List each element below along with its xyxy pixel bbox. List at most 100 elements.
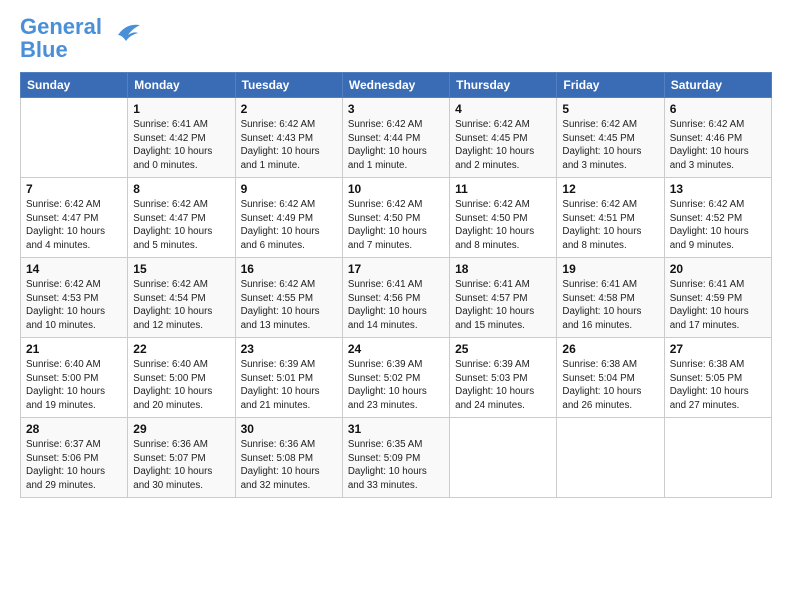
day-detail: Sunrise: 6:42 AM Sunset: 4:54 PM Dayligh… (133, 278, 229, 333)
calendar-cell: 16 Sunrise: 6:42 AM Sunset: 4:55 PM Dayli… (235, 258, 342, 338)
day-number: 16 (241, 262, 337, 276)
calendar-cell: 28 Sunrise: 6:37 AM Sunset: 5:06 PM Dayli… (21, 418, 128, 498)
day-detail: Sunrise: 6:42 AM Sunset: 4:46 PM Dayligh… (670, 118, 766, 173)
calendar-cell: 1 Sunrise: 6:41 AM Sunset: 4:42 PM Daylig… (128, 98, 235, 178)
calendar-header-row: SundayMondayTuesdayWednesdayThursdayFrid… (21, 73, 772, 98)
day-number: 12 (562, 182, 658, 196)
day-detail: Sunrise: 6:42 AM Sunset: 4:52 PM Dayligh… (670, 198, 766, 253)
day-detail: Sunrise: 6:42 AM Sunset: 4:47 PM Dayligh… (133, 198, 229, 253)
day-number: 9 (241, 182, 337, 196)
calendar-day-header: Friday (557, 73, 664, 98)
day-number: 30 (241, 422, 337, 436)
calendar-cell: 26 Sunrise: 6:38 AM Sunset: 5:04 PM Dayli… (557, 338, 664, 418)
day-number: 17 (348, 262, 444, 276)
calendar-cell: 11 Sunrise: 6:42 AM Sunset: 4:50 PM Dayli… (450, 178, 557, 258)
day-detail: Sunrise: 6:41 AM Sunset: 4:59 PM Dayligh… (670, 278, 766, 333)
day-number: 25 (455, 342, 551, 356)
day-detail: Sunrise: 6:37 AM Sunset: 5:06 PM Dayligh… (26, 438, 122, 493)
calendar-cell: 18Sunrise: 6:41 AM Sunset: 4:57 PM Dayli… (450, 258, 557, 338)
day-detail: Sunrise: 6:42 AM Sunset: 4:47 PM Dayligh… (26, 198, 122, 253)
calendar-cell: 3 Sunrise: 6:42 AM Sunset: 4:44 PM Daylig… (342, 98, 449, 178)
calendar-cell: 19Sunrise: 6:41 AM Sunset: 4:58 PM Dayli… (557, 258, 664, 338)
day-number: 2 (241, 102, 337, 116)
day-number: 14 (26, 262, 122, 276)
day-number: 4 (455, 102, 551, 116)
day-detail: Sunrise: 6:42 AM Sunset: 4:45 PM Dayligh… (455, 118, 551, 173)
day-number: 20 (670, 262, 766, 276)
day-number: 3 (348, 102, 444, 116)
day-number: 7 (26, 182, 122, 196)
day-number: 15 (133, 262, 229, 276)
calendar-cell (664, 418, 771, 498)
day-detail: Sunrise: 6:42 AM Sunset: 4:49 PM Dayligh… (241, 198, 337, 253)
calendar-week-row: 21 Sunrise: 6:40 AM Sunset: 5:00 PM Dayli… (21, 338, 772, 418)
calendar-cell: 8 Sunrise: 6:42 AM Sunset: 4:47 PM Daylig… (128, 178, 235, 258)
day-detail: Sunrise: 6:41 AM Sunset: 4:56 PM Dayligh… (348, 278, 444, 333)
calendar-day-header: Wednesday (342, 73, 449, 98)
day-number: 10 (348, 182, 444, 196)
calendar-cell: 6 Sunrise: 6:42 AM Sunset: 4:46 PM Daylig… (664, 98, 771, 178)
day-detail: Sunrise: 6:42 AM Sunset: 4:44 PM Dayligh… (348, 118, 444, 173)
day-number: 28 (26, 422, 122, 436)
day-detail: Sunrise: 6:41 AM Sunset: 4:57 PM Dayligh… (455, 278, 551, 333)
calendar-day-header: Thursday (450, 73, 557, 98)
day-number: 29 (133, 422, 229, 436)
calendar-cell: 24 Sunrise: 6:39 AM Sunset: 5:02 PM Dayli… (342, 338, 449, 418)
calendar-cell: 20 Sunrise: 6:41 AM Sunset: 4:59 PM Dayli… (664, 258, 771, 338)
day-detail: Sunrise: 6:42 AM Sunset: 4:51 PM Dayligh… (562, 198, 658, 253)
calendar-cell: 30 Sunrise: 6:36 AM Sunset: 5:08 PM Dayli… (235, 418, 342, 498)
day-detail: Sunrise: 6:40 AM Sunset: 5:00 PM Dayligh… (26, 358, 122, 413)
day-detail: Sunrise: 6:36 AM Sunset: 5:08 PM Dayligh… (241, 438, 337, 493)
calendar-cell: 17 Sunrise: 6:41 AM Sunset: 4:56 PM Dayli… (342, 258, 449, 338)
day-detail: Sunrise: 6:39 AM Sunset: 5:02 PM Dayligh… (348, 358, 444, 413)
day-number: 27 (670, 342, 766, 356)
calendar-cell: 7 Sunrise: 6:42 AM Sunset: 4:47 PM Daylig… (21, 178, 128, 258)
calendar-day-header: Monday (128, 73, 235, 98)
day-number: 21 (26, 342, 122, 356)
calendar-week-row: 1 Sunrise: 6:41 AM Sunset: 4:42 PM Daylig… (21, 98, 772, 178)
day-number: 26 (562, 342, 658, 356)
calendar-cell: 15 Sunrise: 6:42 AM Sunset: 4:54 PM Dayli… (128, 258, 235, 338)
calendar-cell: 13 Sunrise: 6:42 AM Sunset: 4:52 PM Dayli… (664, 178, 771, 258)
day-detail: Sunrise: 6:42 AM Sunset: 4:55 PM Dayligh… (241, 278, 337, 333)
calendar-week-row: 7 Sunrise: 6:42 AM Sunset: 4:47 PM Daylig… (21, 178, 772, 258)
calendar-cell: 27Sunrise: 6:38 AM Sunset: 5:05 PM Dayli… (664, 338, 771, 418)
day-number: 11 (455, 182, 551, 196)
day-number: 13 (670, 182, 766, 196)
day-detail: Sunrise: 6:41 AM Sunset: 4:58 PM Dayligh… (562, 278, 658, 333)
calendar-cell: 10Sunrise: 6:42 AM Sunset: 4:50 PM Dayli… (342, 178, 449, 258)
day-detail: Sunrise: 6:39 AM Sunset: 5:03 PM Dayligh… (455, 358, 551, 413)
calendar-cell: 29 Sunrise: 6:36 AM Sunset: 5:07 PM Dayli… (128, 418, 235, 498)
calendar-table: SundayMondayTuesdayWednesdayThursdayFrid… (20, 72, 772, 498)
calendar-cell: 14 Sunrise: 6:42 AM Sunset: 4:53 PM Dayli… (21, 258, 128, 338)
day-detail: Sunrise: 6:39 AM Sunset: 5:01 PM Dayligh… (241, 358, 337, 413)
day-number: 1 (133, 102, 229, 116)
day-number: 8 (133, 182, 229, 196)
day-detail: Sunrise: 6:41 AM Sunset: 4:42 PM Dayligh… (133, 118, 229, 173)
day-number: 31 (348, 422, 444, 436)
calendar-day-header: Sunday (21, 73, 128, 98)
day-detail: Sunrise: 6:42 AM Sunset: 4:53 PM Dayligh… (26, 278, 122, 333)
calendar-cell (21, 98, 128, 178)
logo-bird-icon (108, 21, 140, 49)
day-number: 22 (133, 342, 229, 356)
day-detail: Sunrise: 6:42 AM Sunset: 4:43 PM Dayligh… (241, 118, 337, 173)
day-number: 5 (562, 102, 658, 116)
day-number: 24 (348, 342, 444, 356)
day-detail: Sunrise: 6:36 AM Sunset: 5:07 PM Dayligh… (133, 438, 229, 493)
day-number: 23 (241, 342, 337, 356)
day-detail: Sunrise: 6:38 AM Sunset: 5:04 PM Dayligh… (562, 358, 658, 413)
calendar-cell: 5Sunrise: 6:42 AM Sunset: 4:45 PM Daylig… (557, 98, 664, 178)
calendar-cell: 23 Sunrise: 6:39 AM Sunset: 5:01 PM Dayli… (235, 338, 342, 418)
calendar-cell: 12 Sunrise: 6:42 AM Sunset: 4:51 PM Dayli… (557, 178, 664, 258)
calendar-day-header: Saturday (664, 73, 771, 98)
calendar-cell: 2 Sunrise: 6:42 AM Sunset: 4:43 PM Daylig… (235, 98, 342, 178)
day-detail: Sunrise: 6:40 AM Sunset: 5:00 PM Dayligh… (133, 358, 229, 413)
calendar-cell: 21 Sunrise: 6:40 AM Sunset: 5:00 PM Dayli… (21, 338, 128, 418)
calendar-week-row: 28 Sunrise: 6:37 AM Sunset: 5:06 PM Dayli… (21, 418, 772, 498)
calendar-cell: 4 Sunrise: 6:42 AM Sunset: 4:45 PM Daylig… (450, 98, 557, 178)
day-detail: Sunrise: 6:35 AM Sunset: 5:09 PM Dayligh… (348, 438, 444, 493)
day-detail: Sunrise: 6:42 AM Sunset: 4:50 PM Dayligh… (455, 198, 551, 253)
day-number: 6 (670, 102, 766, 116)
calendar-cell (450, 418, 557, 498)
